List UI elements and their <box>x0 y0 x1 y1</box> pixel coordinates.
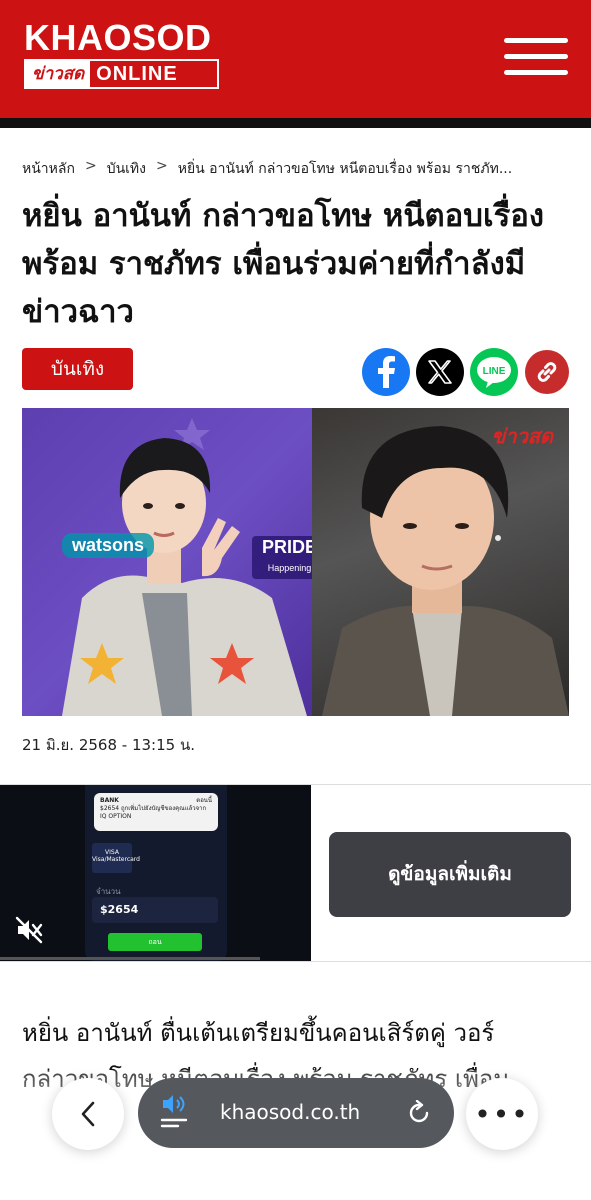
more-icon[interactable]: ••• <box>466 1078 538 1150</box>
line-label: LINE <box>483 366 506 377</box>
speaker-muted-icon[interactable] <box>14 915 44 945</box>
breadcrumb: หน้าหลัก > บันเทิง > หยิ่น อานันท์ กล่าว… <box>22 158 572 180</box>
logo-text-thai: ข่าวสด <box>26 61 91 87</box>
site-logo[interactable]: KHAOSOD ข่าวสด ONLINE <box>24 20 224 90</box>
line-icon: LINE <box>477 357 511 388</box>
breadcrumb-separator: > <box>84 158 97 174</box>
link-icon <box>537 362 557 382</box>
ad-withdraw-button: ถอน <box>108 933 202 951</box>
article-title: หยิ่น อานันท์ กล่าวขอโทษ หนีตอบเรื่อง พร… <box>22 198 544 330</box>
breadcrumb-section[interactable]: บันเทิง <box>107 158 146 180</box>
url-text[interactable]: khaosod.co.th <box>220 1100 360 1124</box>
article-paragraph: หยิ่น อานันท์ ตื่นเต้นเตรียมขึ้นคอนเสิร์… <box>22 1019 495 1047</box>
ad-notif-body: $2654 ถูกเพิ่มไปยังบัญชีของคุณแล้วจาก IQ… <box>100 805 207 820</box>
ad-cta-button[interactable]: ดูข้อมูลเพิ่มเติม <box>329 832 571 917</box>
hero-right-illustration <box>322 426 569 716</box>
logo-text-online: ONLINE <box>96 63 178 85</box>
hero-photo-left: watsons PRIDE Happening <box>22 408 328 716</box>
publish-date: 21 มิ.ย. 2568 - 13:15 น. <box>22 736 195 754</box>
ad-notification: BANK ตอนนี้ $2654 ถูกเพิ่มไปยังบัญชีของค… <box>94 793 218 831</box>
x-share-button[interactable] <box>416 348 464 396</box>
chevron-left-icon <box>81 1101 95 1127</box>
ad-amount-value: $2654 <box>92 897 218 923</box>
ad-visa-card: VISA Visa/Mastercard <box>92 843 140 873</box>
header-divider <box>0 118 591 128</box>
hero-pride-text: PRIDE <box>262 537 318 557</box>
copy-link-button[interactable] <box>525 350 569 394</box>
site-header: KHAOSOD ข่าวสด ONLINE <box>0 0 591 118</box>
line-share-button[interactable]: LINE <box>470 348 518 396</box>
article-hero-image[interactable]: watsons PRIDE Happening ข่าวสด <box>22 408 569 716</box>
hero-photo-right: ข่าวสด <box>312 408 569 716</box>
facebook-icon <box>378 356 395 388</box>
hero-watermark: ข่าวสด <box>491 424 553 448</box>
address-bar[interactable]: khaosod.co.th <box>138 1078 454 1148</box>
ad-video-progress <box>0 957 260 960</box>
category-badge[interactable]: บันเทิง <box>22 348 133 390</box>
ad-notif-time: ตอนนี้ <box>196 797 212 804</box>
breadcrumb-current: หยิ่น อานันท์ กล่าวขอโทษ หนีตอบเรื่อง พร… <box>177 161 513 177</box>
facebook-share-button[interactable] <box>362 348 410 396</box>
ad-notif-bank: BANK <box>100 797 119 804</box>
logo-text-main: KHAOSOD <box>24 17 212 58</box>
breadcrumb-separator: > <box>156 158 168 174</box>
x-icon <box>428 360 452 384</box>
ad-video[interactable]: BANK ตอนนี้ $2654 ถูกเพิ่มไปยังบัญชีของค… <box>0 785 311 961</box>
reload-icon[interactable] <box>406 1100 432 1126</box>
advertisement[interactable]: BANK ตอนนี้ $2654 ถูกเพิ่มไปยังบัญชีของค… <box>0 784 591 962</box>
hamburger-menu-icon[interactable] <box>504 38 568 78</box>
hero-brand-text: watsons <box>62 533 155 558</box>
hero-pride-subtext: Happening <box>267 563 312 573</box>
reader-audio-icon[interactable] <box>160 1092 190 1132</box>
back-button[interactable] <box>52 1078 124 1150</box>
logo-subline: ข่าวสด ONLINE <box>24 59 219 89</box>
breadcrumb-home[interactable]: หน้าหลัก <box>22 158 75 180</box>
